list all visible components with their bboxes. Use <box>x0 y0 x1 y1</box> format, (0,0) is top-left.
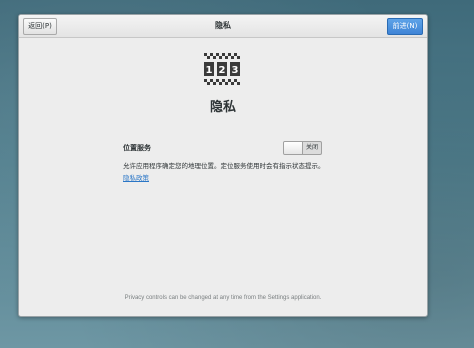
logo-digit-1: 1 <box>206 65 213 76</box>
location-services-label: 位置服务 <box>123 144 151 152</box>
header-bar: 返回(P) 隐私 前进(N) <box>19 15 427 38</box>
logo-digit-3: 3 <box>232 65 239 76</box>
location-services-description: 允许应用程序确定您的地理位置。定位服务使用时会有指示状态提示。 <box>123 162 325 170</box>
footer-note: Privacy controls can be changed at any t… <box>124 295 322 301</box>
location-services-toggle[interactable]: 关闭 <box>283 141 322 155</box>
toggle-state-label: 关闭 <box>305 144 318 151</box>
window-title: 隐私 <box>215 21 231 30</box>
initial-setup-window: 返回(P) 隐私 前进(N) 1 2 3 隐私 位置服务 关闭 允许应用程序确定… <box>18 14 428 317</box>
privacy-page: 1 2 3 隐私 位置服务 关闭 允许应用程序确定您的地理位置。定位服务使用时会… <box>19 38 427 316</box>
page-heading: 隐私 <box>209 100 236 115</box>
logo-digit-2: 2 <box>219 65 226 76</box>
next-button[interactable]: 前进(N) <box>387 18 423 35</box>
privacy-logo-icon: 1 2 3 <box>204 53 240 85</box>
toggle-knob[interactable] <box>284 142 303 154</box>
privacy-policy-link[interactable]: 隐私政策 <box>123 172 149 182</box>
